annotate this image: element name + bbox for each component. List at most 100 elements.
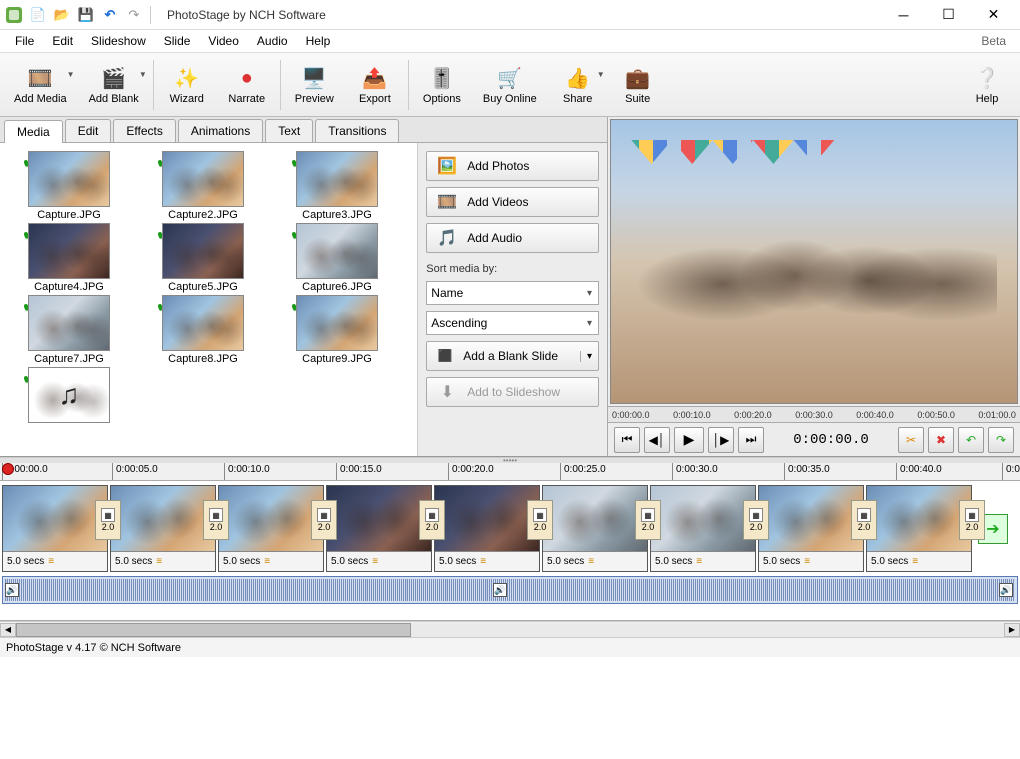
open-button[interactable]: 📂 xyxy=(52,5,72,25)
clip-duration-bar[interactable]: 5.0 secs ≡ xyxy=(759,551,863,571)
close-button[interactable]: ✕ xyxy=(971,0,1016,30)
options-button[interactable]: 🎚️Options xyxy=(415,62,469,108)
menu-help[interactable]: Help xyxy=(297,32,340,50)
tab-media[interactable]: Media xyxy=(4,120,63,143)
step-forward-button[interactable]: │▶ xyxy=(708,427,734,453)
timeline-clip[interactable]: 5.0 secs ≡ ▦ 2.0 xyxy=(650,485,756,572)
clip-duration-bar[interactable]: 5.0 secs ≡ xyxy=(435,551,539,571)
media-thumb[interactable]: ✔Capture5.JPG xyxy=(138,223,268,293)
menu-audio[interactable]: Audio xyxy=(248,32,297,50)
media-thumb[interactable]: ✔Capture6.JPG xyxy=(272,223,402,293)
add-blank-slide-button[interactable]: ◼️Add a Blank Slide▾ xyxy=(426,341,599,371)
scroll-track[interactable] xyxy=(16,623,1004,637)
preview-viewport[interactable] xyxy=(610,119,1018,404)
scroll-thumb[interactable] xyxy=(16,623,411,637)
add-media-button[interactable]: 🎞️Add Media▼ xyxy=(6,62,75,108)
tab-text[interactable]: Text xyxy=(265,119,313,142)
playhead[interactable] xyxy=(2,463,14,475)
grip-icon[interactable]: ≡ xyxy=(48,556,54,567)
cut-button[interactable]: ✂ xyxy=(898,427,924,453)
clip-duration-bar[interactable]: 5.0 secs ≡ xyxy=(867,551,971,571)
timeline-clip[interactable]: 5.0 secs ≡ ▦ 2.0 xyxy=(218,485,324,572)
timeline[interactable]: 5.0 secs ≡ ▦ 2.0 5.0 secs ≡ ▦ 2.0 5.0 se… xyxy=(0,481,1020,621)
transition-badge[interactable]: ▦ 2.0 xyxy=(743,500,769,540)
media-thumb[interactable]: ✔Capture.JPG xyxy=(4,151,134,221)
grip-icon[interactable]: ≡ xyxy=(588,556,594,567)
play-button[interactable]: ▶ xyxy=(674,427,704,453)
timeline-clip[interactable]: 5.0 secs ≡ ▦ 2.0 xyxy=(326,485,432,572)
undo-button[interactable]: ↶ xyxy=(958,427,984,453)
new-button[interactable]: 📄 xyxy=(28,5,48,25)
add-photos-button[interactable]: 🖼️Add Photos xyxy=(426,151,599,181)
sort-direction-select[interactable]: Ascending xyxy=(426,311,599,335)
timeline-clip[interactable]: 5.0 secs ≡ ▦ 2.0 xyxy=(434,485,540,572)
maximize-button[interactable]: ☐ xyxy=(926,0,971,30)
delete-button[interactable]: ✖ xyxy=(928,427,954,453)
clip-duration-bar[interactable]: 5.0 secs ≡ xyxy=(651,551,755,571)
timeline-scrollbar[interactable]: ◀ ▶ xyxy=(0,621,1020,637)
timeline-clip[interactable]: 5.0 secs ≡ ▦ 2.0 xyxy=(2,485,108,572)
scroll-right-button[interactable]: ▶ xyxy=(1004,623,1020,637)
share-button[interactable]: 👍Share▼ xyxy=(551,62,605,108)
save-button[interactable]: 💾 xyxy=(76,5,96,25)
step-back-button[interactable]: ◀│ xyxy=(644,427,670,453)
sort-field-select[interactable]: Name xyxy=(426,281,599,305)
media-thumb[interactable]: ✔Capture2.JPG xyxy=(138,151,268,221)
timeline-clip[interactable]: 5.0 secs ≡ ▦ 2.0 xyxy=(758,485,864,572)
media-thumb[interactable]: ✔Capture7.JPG xyxy=(4,295,134,365)
timeline-clip[interactable]: 5.0 secs ≡ ▦ 2.0 xyxy=(866,485,972,572)
undo-button[interactable]: ↶ xyxy=(100,5,120,25)
media-thumb[interactable]: ✔Capture9.JPG xyxy=(272,295,402,365)
speaker-icon[interactable]: 🔊 xyxy=(999,583,1013,597)
grip-icon[interactable]: ≡ xyxy=(372,556,378,567)
menu-file[interactable]: File xyxy=(6,32,43,50)
menu-edit[interactable]: Edit xyxy=(43,32,82,50)
speaker-icon[interactable]: 🔊 xyxy=(5,583,19,597)
transition-badge[interactable]: ▦ 2.0 xyxy=(527,500,553,540)
grip-icon[interactable]: ≡ xyxy=(156,556,162,567)
clip-duration-bar[interactable]: 5.0 secs ≡ xyxy=(327,551,431,571)
export-button[interactable]: 📤Export xyxy=(348,62,402,108)
timeline-clip[interactable]: 5.0 secs ≡ ▦ 2.0 xyxy=(542,485,648,572)
transition-badge[interactable]: ▦ 2.0 xyxy=(419,500,445,540)
transition-badge[interactable]: ▦ 2.0 xyxy=(203,500,229,540)
help-button[interactable]: ❔Help xyxy=(960,62,1014,108)
grip-icon[interactable]: ≡ xyxy=(912,556,918,567)
suite-button[interactable]: 💼Suite xyxy=(611,62,665,108)
transition-badge[interactable]: ▦ 2.0 xyxy=(311,500,337,540)
redo-button[interactable]: ↷ xyxy=(124,5,144,25)
speaker-icon[interactable]: 🔊 xyxy=(493,583,507,597)
add-audio-button[interactable]: 🎵Add Audio xyxy=(426,223,599,253)
preview-button[interactable]: 🖥️Preview xyxy=(287,62,342,108)
chevron-down-icon[interactable]: ▾ xyxy=(580,351,598,362)
transition-badge[interactable]: ▦ 2.0 xyxy=(635,500,661,540)
narrate-button[interactable]: ●Narrate xyxy=(220,62,274,108)
tab-transitions[interactable]: Transitions xyxy=(315,119,399,142)
scroll-left-button[interactable]: ◀ xyxy=(0,623,16,637)
go-end-button[interactable]: ⏭ xyxy=(738,427,764,453)
transition-badge[interactable]: ▦ 2.0 xyxy=(851,500,877,540)
media-thumb[interactable]: ✔Capture3.JPG xyxy=(272,151,402,221)
buy-online-button[interactable]: 🛒Buy Online xyxy=(475,62,545,108)
menu-slideshow[interactable]: Slideshow xyxy=(82,32,155,50)
preview-time-ruler[interactable]: 0:00:00.0 0:00:10.0 0:00:20.0 0:00:30.0 … xyxy=(608,406,1020,422)
grip-icon[interactable]: ≡ xyxy=(696,556,702,567)
audio-track[interactable]: 🔊 🔊 🔊 xyxy=(2,576,1018,604)
add-videos-button[interactable]: 🎞️Add Videos xyxy=(426,187,599,217)
menu-slide[interactable]: Slide xyxy=(155,32,200,50)
transition-badge[interactable]: ▦ 2.0 xyxy=(959,500,985,540)
tab-edit[interactable]: Edit xyxy=(65,119,112,142)
go-start-button[interactable]: ⏮ xyxy=(614,427,640,453)
chevron-down-icon[interactable]: ▼ xyxy=(67,70,75,79)
grip-icon[interactable]: ≡ xyxy=(264,556,270,567)
redo-button[interactable]: ↷ xyxy=(988,427,1014,453)
clip-duration-bar[interactable]: 5.0 secs ≡ xyxy=(3,551,107,571)
add-blank-button[interactable]: 🎬Add Blank▼ xyxy=(81,62,147,108)
media-thumb[interactable]: ✔Capture8.JPG xyxy=(138,295,268,365)
chevron-down-icon[interactable]: ▼ xyxy=(597,70,605,79)
add-to-slideshow-button[interactable]: ⬇Add to Slideshow xyxy=(426,377,599,407)
chevron-down-icon[interactable]: ▼ xyxy=(139,70,147,79)
minimize-button[interactable]: ─ xyxy=(881,0,926,30)
timeline-clip[interactable]: 5.0 secs ≡ ▦ 2.0 xyxy=(110,485,216,572)
clip-duration-bar[interactable]: 5.0 secs ≡ xyxy=(111,551,215,571)
